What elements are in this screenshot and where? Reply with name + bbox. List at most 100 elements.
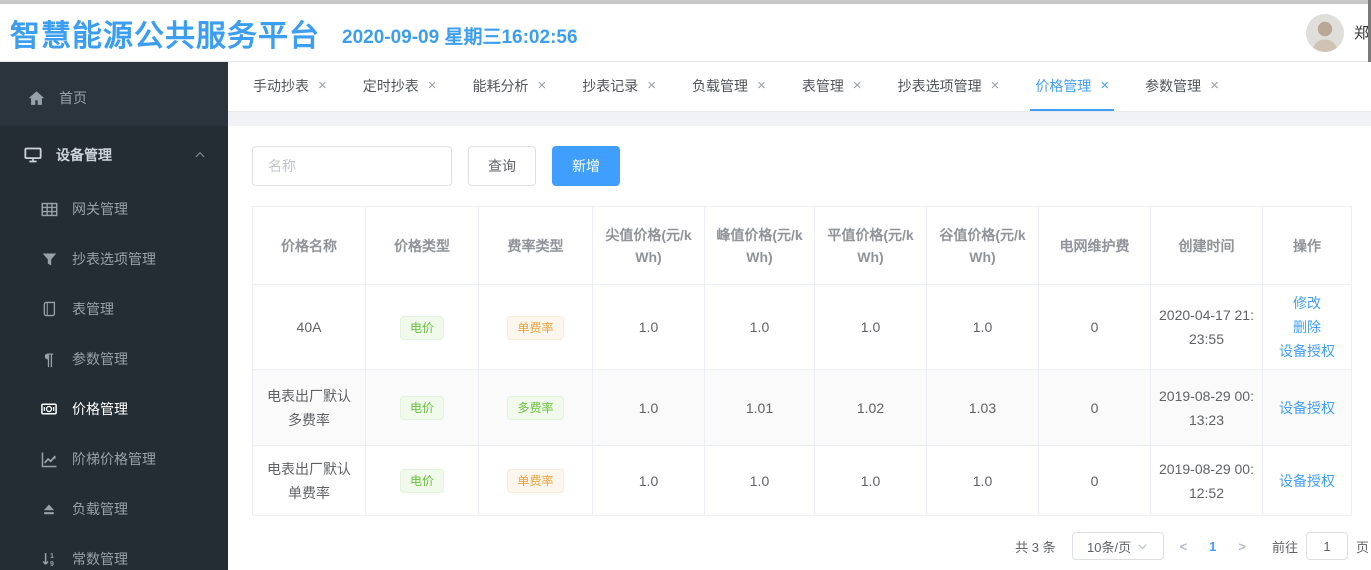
cell-peak-price: 1.01 bbox=[704, 369, 815, 446]
type-tag: 电价 bbox=[399, 315, 444, 340]
page-number[interactable]: 1 bbox=[1203, 539, 1222, 554]
sidebar-item-label: 表管理 bbox=[72, 301, 114, 317]
next-page-button[interactable]: > bbox=[1230, 539, 1254, 554]
page-suffix: 页 bbox=[1355, 539, 1369, 555]
money-icon bbox=[40, 400, 58, 418]
column-header: 价格名称 bbox=[252, 206, 366, 285]
tab-价格管理[interactable]: 价格管理 × bbox=[1030, 62, 1115, 111]
tab-label: 定时抄表 bbox=[362, 77, 419, 94]
cell-sharp-price: 1.0 bbox=[592, 445, 705, 516]
tab-负载管理[interactable]: 负载管理 × bbox=[687, 62, 771, 111]
close-icon[interactable]: × bbox=[991, 78, 1000, 93]
sidebar-item-home[interactable]: 首页 bbox=[0, 70, 228, 126]
close-icon[interactable]: × bbox=[757, 78, 766, 93]
tab-label: 负载管理 bbox=[692, 77, 749, 94]
add-button[interactable]: 新增 bbox=[552, 146, 620, 186]
sidebar-item-label: 负载管理 bbox=[72, 501, 128, 517]
cell-grid-fee: 0 bbox=[1038, 369, 1151, 446]
column-header: 平值价格(元/kWh) bbox=[814, 206, 927, 285]
page-size-value: 10条/页 bbox=[1087, 539, 1132, 555]
tab-label: 手动抄表 bbox=[253, 77, 309, 94]
close-icon[interactable]: × bbox=[538, 78, 547, 93]
close-icon[interactable]: × bbox=[1100, 78, 1109, 93]
cell-flat-price: 1.0 bbox=[814, 284, 927, 370]
sidebar-item-label: 阶梯价格管理 bbox=[72, 451, 156, 467]
column-header: 谷值价格(元/kWh) bbox=[926, 206, 1039, 285]
sidebar-item-抄表选项管理[interactable]: 抄表选项管理 bbox=[0, 234, 228, 284]
name-search-input[interactable] bbox=[252, 146, 452, 186]
cell-valley-price: 1.0 bbox=[926, 445, 1039, 516]
sidebar-item-label: 常数管理 bbox=[72, 551, 128, 567]
cell-peak-price: 1.0 bbox=[704, 445, 815, 516]
cell-actions: 修改删除设备授权 bbox=[1262, 284, 1352, 370]
sidebar-group-device-management[interactable]: 设备管理 bbox=[0, 126, 228, 184]
cell-sharp-price: 1.0 bbox=[592, 369, 705, 446]
cell-price-type: 电价 bbox=[365, 369, 479, 446]
table-header-row: 价格名称 价格类型 费率类型 尖值价格(元/kWh) 峰值价格(元/kWh) 平值价格(元… bbox=[252, 206, 1352, 285]
sidebar-item-网关管理[interactable]: 网关管理 bbox=[0, 184, 228, 234]
action-link-删除[interactable]: 删除 bbox=[1293, 315, 1321, 339]
sidebar-item-价格管理[interactable]: 价格管理 bbox=[0, 384, 228, 434]
monitor-icon bbox=[24, 146, 42, 164]
sort-numeric-icon: 19 bbox=[40, 550, 58, 568]
tab-抄表选项管理[interactable]: 抄表选项管理 × bbox=[893, 62, 1005, 111]
prev-page-button[interactable]: < bbox=[1172, 539, 1196, 554]
user-area[interactable]: 郑 bbox=[1305, 13, 1369, 52]
tab-label: 价格管理 bbox=[1035, 77, 1092, 94]
cell-peak-price: 1.0 bbox=[704, 284, 815, 370]
book-icon bbox=[40, 300, 58, 318]
gateway-grid-icon bbox=[40, 200, 58, 218]
tab-抄表记录[interactable]: 抄表记录 × bbox=[577, 62, 661, 111]
sidebar-device-group: 设备管理 网关管理 抄表选项管理表管理 ¶ 参数管理价格管理阶梯价格管理 负载管理 1 9 常… bbox=[0, 126, 228, 570]
tab-表管理[interactable]: 表管理 × bbox=[797, 62, 867, 111]
action-link-修改[interactable]: 修改 bbox=[1293, 291, 1321, 315]
tab-能耗分析[interactable]: 能耗分析 × bbox=[468, 62, 552, 111]
cell-actions: 设备授权 bbox=[1262, 445, 1352, 516]
cell-valley-price: 1.0 bbox=[926, 284, 1039, 370]
type-tag: 多费率 bbox=[507, 396, 564, 420]
close-icon[interactable]: × bbox=[1210, 78, 1219, 93]
tab-定时抄表[interactable]: 定时抄表 × bbox=[358, 62, 442, 111]
cell-flat-price: 1.0 bbox=[814, 445, 927, 516]
avatar[interactable] bbox=[1305, 13, 1344, 52]
cell-created-at: 2019-08-29 00:13:23 bbox=[1150, 369, 1263, 446]
cell-actions: 设备授权 bbox=[1262, 369, 1352, 446]
sidebar-item-常数管理[interactable]: 1 9 常数管理 bbox=[0, 534, 228, 570]
chevron-up-icon bbox=[194, 148, 206, 164]
query-button[interactable]: 查询 bbox=[468, 146, 536, 186]
sidebar-item-负载管理[interactable]: 负载管理 bbox=[0, 484, 228, 534]
tab-label: 抄表记录 bbox=[582, 77, 639, 94]
cell-price-type: 电价 bbox=[365, 284, 479, 370]
action-link-设备授权[interactable]: 设备授权 bbox=[1279, 396, 1335, 420]
tab-手动抄表[interactable]: 手动抄表 × bbox=[248, 62, 332, 111]
page-size-select[interactable]: 10条/页 bbox=[1071, 532, 1164, 560]
price-table: 价格名称 价格类型 费率类型 尖值价格(元/kWh) 峰值价格(元/kWh) 平值价格(元… bbox=[252, 206, 1352, 516]
close-icon[interactable]: × bbox=[647, 78, 656, 93]
type-tag: 单费率 bbox=[507, 315, 564, 340]
type-tag: 电价 bbox=[399, 396, 444, 420]
cell-price-name: 电表出厂默认多费率 bbox=[252, 369, 366, 446]
sidebar-item-表管理[interactable]: 表管理 bbox=[0, 284, 228, 334]
username: 郑 bbox=[1353, 25, 1369, 42]
tab-参数管理[interactable]: 参数管理 × bbox=[1140, 62, 1224, 111]
sidebar-item-参数管理[interactable]: ¶ 参数管理 bbox=[0, 334, 228, 384]
action-link-设备授权[interactable]: 设备授权 bbox=[1279, 339, 1335, 363]
table-row: 电表出厂默认单费率 电价 单费率 1.0 1.0 1.0 1.0 0 2019-08-29 00… bbox=[252, 445, 1352, 516]
close-icon[interactable]: × bbox=[318, 78, 327, 93]
column-header: 创建时间 bbox=[1150, 206, 1263, 285]
sidebar-item-阶梯价格管理[interactable]: 阶梯价格管理 bbox=[0, 434, 228, 484]
pilcrow-icon: ¶ bbox=[44, 349, 54, 369]
tab-label: 抄表选项管理 bbox=[897, 77, 982, 94]
close-icon[interactable]: × bbox=[853, 78, 862, 93]
sidebar-item-label: 价格管理 bbox=[72, 401, 128, 417]
cell-rate-type: 单费率 bbox=[478, 445, 593, 516]
eject-icon bbox=[40, 500, 58, 518]
tab-label: 参数管理 bbox=[1145, 77, 1202, 94]
close-icon[interactable]: × bbox=[428, 78, 437, 93]
goto-page-input[interactable] bbox=[1305, 532, 1348, 560]
column-header: 操作 bbox=[1262, 206, 1352, 285]
cell-price-name: 电表出厂默认单费率 bbox=[252, 445, 366, 516]
action-link-设备授权[interactable]: 设备授权 bbox=[1279, 469, 1335, 493]
header-datetime: 2020-09-09 星期三16:02:56 bbox=[342, 27, 578, 48]
column-header: 峰值价格(元/kWh) bbox=[704, 206, 815, 285]
